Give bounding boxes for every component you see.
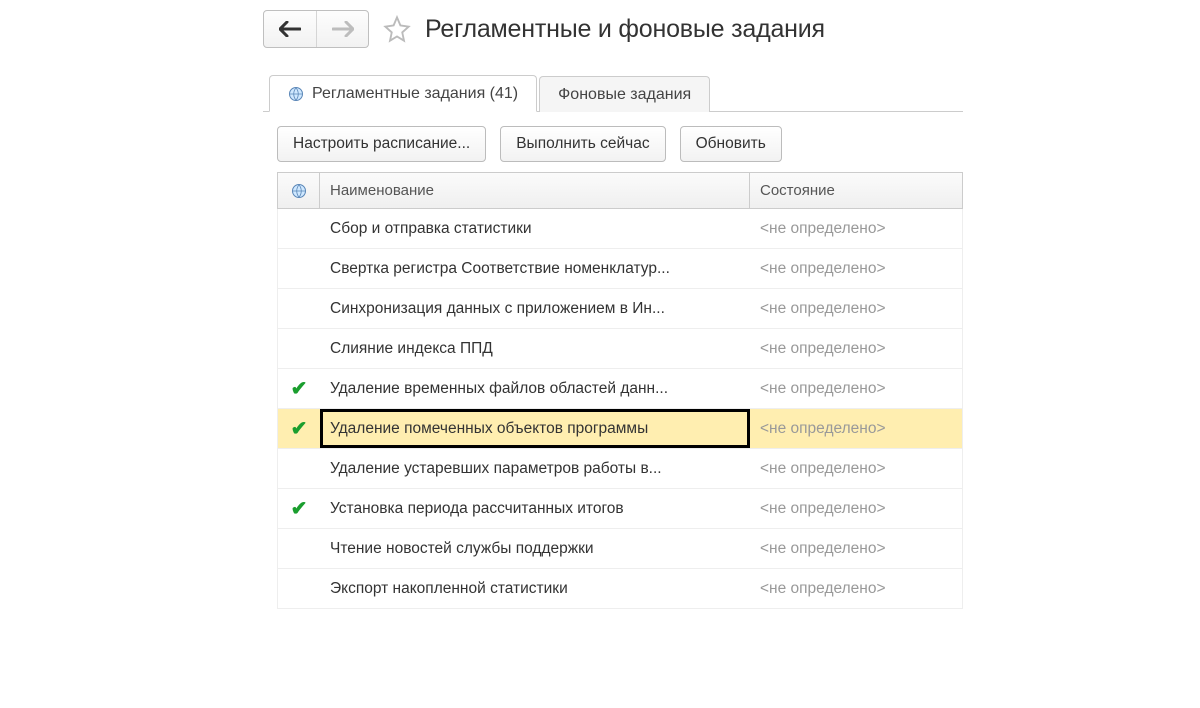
tab-scheduled-label: Регламентные задания (41) (312, 85, 518, 103)
table-row[interactable]: Чтение новостей службы поддержки<не опре… (277, 529, 963, 569)
refresh-button[interactable]: Обновить (680, 126, 782, 162)
run-now-button[interactable]: Выполнить сейчас (500, 126, 665, 162)
configure-schedule-button[interactable]: Настроить расписание... (277, 126, 486, 162)
table-row[interactable]: ✔ Удаление временных файлов областей данн… (277, 369, 963, 409)
row-state-cell: <не определено> (750, 329, 962, 368)
table-row[interactable]: Экспорт накопленной статистики<не опреде… (277, 569, 963, 609)
row-name-cell: Удаление временных файлов областей данн.… (320, 369, 750, 408)
header: Регламентные и фоновые задания (263, 10, 963, 48)
checkmark-icon: ✔ (291, 499, 308, 519)
row-state-cell: <не определено> (750, 209, 962, 248)
row-name-cell: Удаление устаревших параметров работы в.… (320, 449, 750, 488)
row-state-cell: <не определено> (750, 529, 962, 568)
row-state-cell: <не определено> (750, 249, 962, 288)
nav-buttons (263, 10, 369, 48)
row-enabled-cell (278, 569, 320, 608)
table-row[interactable]: Сбор и отправка статистики<не определено… (277, 209, 963, 249)
column-header-enabled[interactable] (278, 173, 320, 209)
table-row[interactable]: Удаление устаревших параметров работы в.… (277, 449, 963, 489)
column-header-name[interactable]: Наименование (320, 173, 750, 209)
row-enabled-cell: ✔ (278, 369, 320, 408)
favorite-star-icon[interactable] (383, 15, 411, 43)
table-row[interactable]: Свертка регистра Соответствие номенклату… (277, 249, 963, 289)
toolbar: Настроить расписание... Выполнить сейчас… (277, 126, 963, 162)
row-enabled-cell (278, 449, 320, 488)
row-name-cell: Экспорт накопленной статистики (320, 569, 750, 608)
row-enabled-cell: ✔ (278, 489, 320, 528)
row-name-cell: Синхронизация данных с приложением в Ин.… (320, 289, 750, 328)
globe-icon (288, 86, 304, 102)
row-name-cell: Установка периода рассчитанных итогов (320, 489, 750, 528)
arrow-right-icon (332, 21, 354, 37)
checkmark-icon: ✔ (291, 419, 308, 439)
table-row[interactable]: Слияние индекса ППД<не определено> (277, 329, 963, 369)
row-name-cell: Чтение новостей службы поддержки (320, 529, 750, 568)
tab-background[interactable]: Фоновые задания (539, 76, 710, 112)
column-header-state[interactable]: Состояние (750, 173, 962, 209)
row-state-cell: <не определено> (750, 369, 962, 408)
table-row[interactable]: ✔ Установка периода рассчитанных итогов<н… (277, 489, 963, 529)
table-row[interactable]: Синхронизация данных с приложением в Ин.… (277, 289, 963, 329)
jobs-table: Наименование Состояние Сбор и отправка с… (277, 172, 963, 609)
checkmark-icon: ✔ (291, 379, 308, 399)
row-state-cell: <не определено> (750, 289, 962, 328)
tab-background-label: Фоновые задания (558, 86, 691, 104)
row-name-cell: Удаление помеченных объектов программы (320, 409, 750, 448)
row-name-cell: Слияние индекса ППД (320, 329, 750, 368)
row-enabled-cell (278, 289, 320, 328)
row-enabled-cell (278, 209, 320, 248)
row-enabled-cell (278, 329, 320, 368)
row-state-cell: <не определено> (750, 449, 962, 488)
row-name-cell: Сбор и отправка статистики (320, 209, 750, 248)
selection-box: Удаление помеченных объектов программы (320, 409, 750, 448)
row-name-cell: Свертка регистра Соответствие номенклату… (320, 249, 750, 288)
row-state-cell: <не определено> (750, 489, 962, 528)
row-enabled-cell: ✔ (278, 409, 320, 448)
table-body: Сбор и отправка статистики<не определено… (277, 209, 963, 609)
row-enabled-cell (278, 529, 320, 568)
row-state-cell: <не определено> (750, 569, 962, 608)
table-header: Наименование Состояние (277, 173, 963, 209)
table-row[interactable]: ✔ Удаление помеченных объектов программы<… (277, 409, 963, 449)
row-enabled-cell (278, 249, 320, 288)
forward-button[interactable] (316, 11, 368, 47)
tab-scheduled[interactable]: Регламентные задания (41) (269, 75, 537, 112)
page-title: Регламентные и фоновые задания (425, 15, 825, 44)
tabs: Регламентные задания (41) Фоновые задани… (263, 74, 963, 112)
row-state-cell: <не определено> (750, 409, 962, 448)
globe-icon (291, 183, 307, 199)
arrow-left-icon (279, 21, 301, 37)
back-button[interactable] (264, 11, 316, 47)
